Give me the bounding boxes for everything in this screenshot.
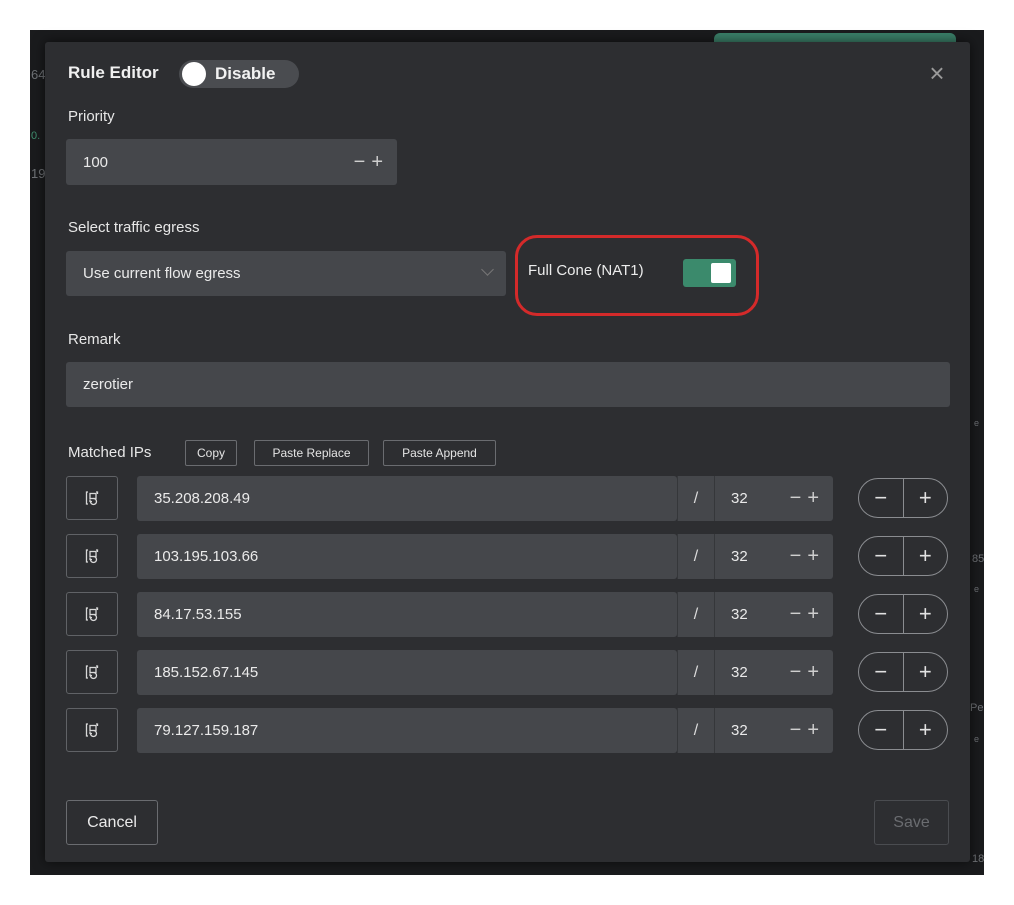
egress-selected-value: Use current flow egress: [83, 265, 241, 282]
priority-label: Priority: [68, 108, 115, 125]
paste-replace-button[interactable]: Paste Replace: [254, 440, 369, 466]
close-icon[interactable]: ×: [926, 60, 948, 86]
remark-input[interactable]: zerotier: [66, 362, 950, 407]
ip-value: 35.208.208.49: [154, 490, 250, 507]
file-sync-icon[interactable]: [66, 650, 118, 694]
prefix-separator: /: [677, 476, 715, 521]
ip-row: 185.152.67.145/32− + − +: [45, 650, 970, 695]
prefix-decrement-button[interactable]: −: [790, 545, 802, 568]
add-row-button[interactable]: +: [904, 653, 948, 691]
prefix-decrement-button[interactable]: −: [790, 661, 802, 684]
prefix-input[interactable]: 32 − +: [715, 476, 833, 521]
toggle-knob: [711, 263, 731, 283]
background-text: e: [974, 734, 980, 744]
rule-editor-dialog: Rule Editor Disable × Priority 100 − + S…: [45, 42, 970, 862]
add-row-button[interactable]: +: [904, 537, 948, 575]
paste-append-button[interactable]: Paste Append: [383, 440, 496, 466]
remove-row-button[interactable]: −: [859, 711, 904, 749]
ip-value: 103.195.103.66: [154, 548, 259, 565]
prefix-input[interactable]: 32 − +: [715, 708, 833, 753]
ip-value: 84.17.53.155: [154, 606, 242, 623]
file-sync-icon[interactable]: [66, 534, 118, 578]
ip-input[interactable]: 185.152.67.145: [137, 650, 677, 695]
priority-input[interactable]: 100 − +: [66, 139, 397, 185]
row-add-remove-group: − +: [858, 478, 948, 518]
matched-ips-label: Matched IPs: [68, 444, 152, 461]
ip-row: 79.127.159.187/32− + − +: [45, 708, 970, 753]
prefix-increment-button[interactable]: +: [807, 545, 819, 568]
add-row-button[interactable]: +: [904, 595, 948, 633]
prefix-value: 32: [731, 664, 748, 681]
ip-input[interactable]: 79.127.159.187: [137, 708, 677, 753]
rule-enable-toggle[interactable]: Disable: [179, 60, 299, 88]
copy-button[interactable]: Copy: [185, 440, 237, 466]
add-row-button[interactable]: +: [904, 479, 948, 517]
prefix-input[interactable]: 32 − +: [715, 534, 833, 579]
prefix-increment-button[interactable]: +: [807, 661, 819, 684]
file-sync-icon[interactable]: [66, 476, 118, 520]
file-sync-icon[interactable]: [66, 708, 118, 752]
background-text: e: [974, 418, 980, 428]
priority-increment-button[interactable]: +: [371, 151, 383, 174]
ip-row: 84.17.53.155/32− + − +: [45, 592, 970, 637]
remove-row-button[interactable]: −: [859, 595, 904, 633]
background-text: 19: [31, 166, 46, 181]
background-text: Pe: [970, 702, 984, 714]
background-text: 0.: [31, 130, 41, 142]
remove-row-button[interactable]: −: [859, 479, 904, 517]
priority-decrement-button[interactable]: −: [354, 151, 366, 174]
save-button[interactable]: Save: [874, 800, 949, 845]
full-cone-label: Full Cone (NAT1): [528, 262, 644, 279]
chevron-down-icon: [481, 263, 494, 276]
prefix-increment-button[interactable]: +: [807, 719, 819, 742]
ip-input[interactable]: 35.208.208.49: [137, 476, 677, 521]
row-add-remove-group: − +: [858, 710, 948, 750]
full-cone-toggle[interactable]: [683, 259, 736, 287]
prefix-separator: /: [677, 708, 715, 753]
prefix-increment-button[interactable]: +: [807, 603, 819, 626]
background-text: e: [974, 584, 980, 594]
background-text: 85: [972, 553, 985, 565]
prefix-input[interactable]: 32 − +: [715, 592, 833, 637]
row-add-remove-group: − +: [858, 652, 948, 692]
file-sync-icon[interactable]: [66, 592, 118, 636]
remove-row-button[interactable]: −: [859, 653, 904, 691]
prefix-input[interactable]: 32 − +: [715, 650, 833, 695]
egress-label: Select traffic egress: [68, 219, 200, 236]
egress-select[interactable]: Use current flow egress: [66, 251, 506, 296]
prefix-value: 32: [731, 722, 748, 739]
add-row-button[interactable]: +: [904, 711, 948, 749]
prefix-separator: /: [677, 592, 715, 637]
prefix-separator: /: [677, 534, 715, 579]
prefix-decrement-button[interactable]: −: [790, 487, 802, 510]
ip-value: 185.152.67.145: [154, 664, 259, 681]
background-text: 18: [972, 853, 985, 865]
prefix-separator: /: [677, 650, 715, 695]
ip-input[interactable]: 103.195.103.66: [137, 534, 677, 579]
background-text: 64: [31, 67, 46, 82]
prefix-decrement-button[interactable]: −: [790, 603, 802, 626]
ip-row: 103.195.103.66/32− + − +: [45, 534, 970, 579]
remark-label: Remark: [68, 331, 121, 348]
cancel-button[interactable]: Cancel: [66, 800, 158, 845]
prefix-decrement-button[interactable]: −: [790, 719, 802, 742]
dialog-title: Rule Editor: [68, 63, 159, 82]
remove-row-button[interactable]: −: [859, 537, 904, 575]
prefix-increment-button[interactable]: +: [807, 487, 819, 510]
priority-value: 100: [83, 153, 109, 171]
ip-row: 35.208.208.49/32− + − +: [45, 476, 970, 521]
prefix-value: 32: [731, 606, 748, 623]
prefix-value: 32: [731, 490, 748, 507]
toggle-label: Disable: [215, 64, 276, 83]
ip-value: 79.127.159.187: [154, 722, 259, 739]
row-add-remove-group: − +: [858, 594, 948, 634]
row-add-remove-group: − +: [858, 536, 948, 576]
ip-input[interactable]: 84.17.53.155: [137, 592, 677, 637]
remark-value: zerotier: [83, 376, 134, 393]
prefix-value: 32: [731, 548, 748, 565]
toggle-knob: [182, 62, 206, 86]
